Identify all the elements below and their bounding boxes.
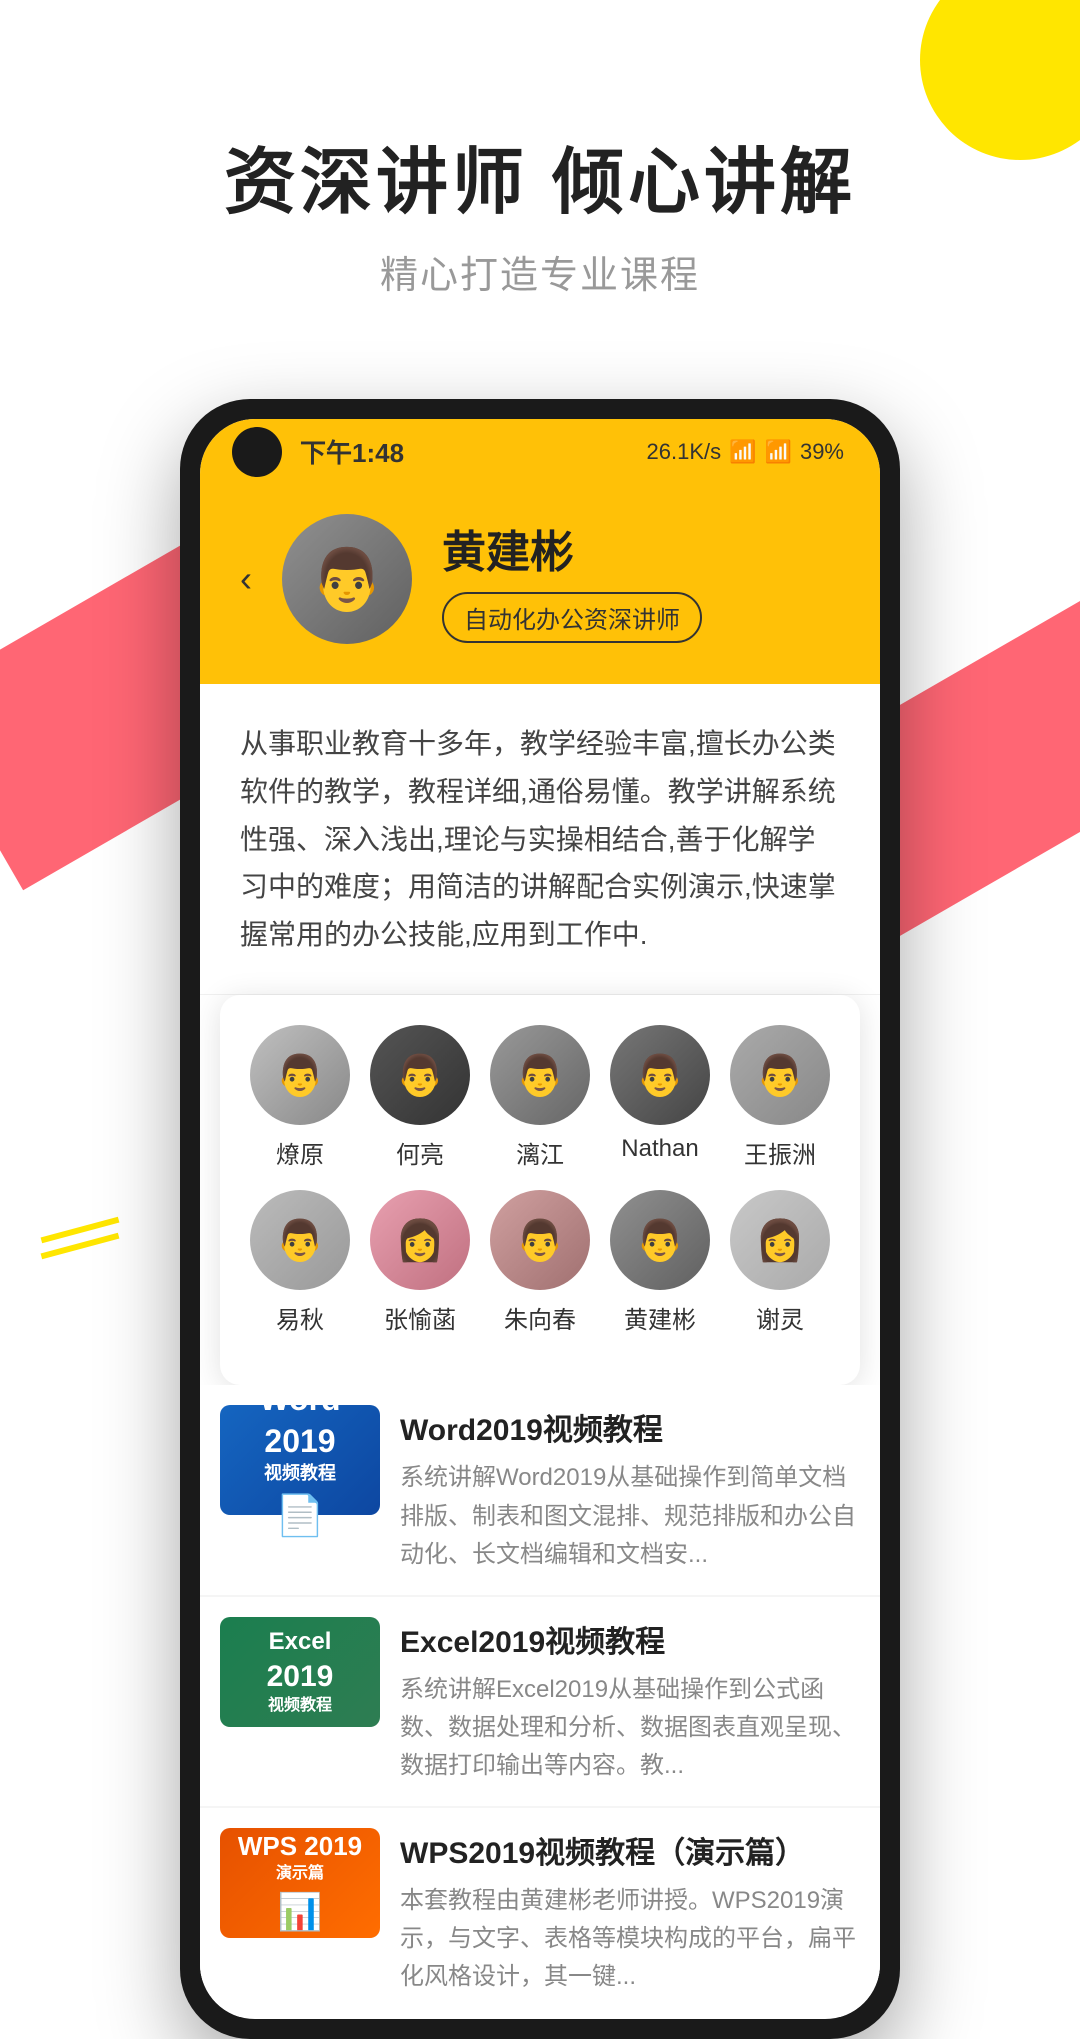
teacher-avatar-wangzhenzhou: 👨 [730, 1025, 830, 1125]
course-thumb-word: Word 2019 视频教程 📄 [220, 1405, 380, 1515]
hero-subtitle: 精心打造专业课程 [0, 244, 1080, 299]
phone-mockup: 下午1:48 26.1K/s 📶 📶 39% ‹ 👨 黄建彬 自动化办公资深讲师 [180, 399, 900, 2038]
course-info-word: Word2019视频教程 系统讲解Word2019从基础操作到简单文档排版、制表… [400, 1405, 860, 1574]
teacher-label-xieling: 谢灵 [756, 1300, 804, 1335]
teachers-card: 👨 燎原 👨 何亮 👨 漓江 👨 Nathan [220, 995, 860, 1385]
teacher-label-zhuxiangchun: 朱向春 [504, 1300, 576, 1335]
course-title-word: Word2019视频教程 [400, 1405, 860, 1449]
course-thumb-wps: WPS 2019 演示篇 📊 [220, 1828, 380, 1938]
teacher-main-avatar: 👨 [282, 514, 412, 644]
teacher-header: ‹ 👨 黄建彬 自动化办公资深讲师 [200, 484, 880, 684]
teacher-bio: 从事职业教育十多年，教学经验丰富,擅长办公类软件的教学，教程详细,通俗易懂。教学… [200, 684, 880, 995]
teacher-label-nathan: Nathan [621, 1135, 698, 1163]
hero-section: 资深讲师 倾心讲解 精心打造专业课程 [0, 0, 1080, 359]
course-thumb-excel: Excel 2019 视频教程 [220, 1617, 380, 1727]
teacher-avatar-lijiang: 👨 [490, 1025, 590, 1125]
back-button[interactable]: ‹ [240, 558, 252, 600]
phone-wrapper: 下午1:48 26.1K/s 📶 📶 39% ‹ 👨 黄建彬 自动化办公资深讲师 [0, 399, 1080, 2038]
course-desc-word: 系统讲解Word2019从基础操作到简单文档排版、制表和图文混排、规范排版和办公… [400, 1459, 860, 1574]
course-title-excel: Excel2019视频教程 [400, 1617, 860, 1661]
course-item-wps[interactable]: WPS 2019 演示篇 📊 WPS2019视频教程（演示篇） 本套教程由黄建彬… [200, 1808, 880, 2017]
teacher-avatar-heliang: 👨 [370, 1025, 470, 1125]
network-speed: 26.1K/s [647, 439, 722, 465]
teacher-item-huangjianbin[interactable]: 👨 黄建彬 [610, 1190, 710, 1335]
teacher-main-name: 黄建彬 [442, 516, 840, 580]
teacher-label-yiqiu: 易秋 [276, 1300, 324, 1335]
teacher-label-wangzhenzhou: 王振洲 [744, 1135, 816, 1170]
phone-screen: 下午1:48 26.1K/s 📶 📶 39% ‹ 👨 黄建彬 自动化办公资深讲师 [200, 419, 880, 2018]
course-info-excel: Excel2019视频教程 系统讲解Excel2019从基础操作到公式函数、数据… [400, 1617, 860, 1786]
teacher-item-nathan[interactable]: 👨 Nathan [610, 1025, 710, 1170]
teacher-label-zhangyuhan: 张愉菡 [384, 1300, 456, 1335]
teacher-avatar-yiqiu: 👨 [250, 1190, 350, 1290]
teacher-avatar-nathan: 👨 [610, 1025, 710, 1125]
course-item-excel[interactable]: Excel 2019 视频教程 Excel2019视频教程 系统讲解Excel2… [200, 1597, 880, 1806]
status-time: 下午1:48 [300, 433, 404, 470]
course-desc-excel: 系统讲解Excel2019从基础操作到公式函数、数据处理和分析、数据图表直观呈现… [400, 1671, 860, 1786]
teacher-item-xieling[interactable]: 👩 谢灵 [730, 1190, 830, 1335]
teacher-info: 黄建彬 自动化办公资深讲师 [442, 516, 840, 643]
hero-title: 资深讲师 倾心讲解 [0, 140, 1080, 226]
teacher-badge: 自动化办公资深讲师 [442, 592, 702, 643]
teacher-avatar-emoji: 👨 [310, 544, 385, 615]
battery-level: 39% [800, 439, 844, 465]
wps-thumb-content: WPS 2019 演示篇 📊 [228, 1820, 372, 1945]
teacher-label-heliang: 何亮 [396, 1135, 444, 1170]
teacher-item-lijiang[interactable]: 👨 漓江 [490, 1025, 590, 1170]
status-icons: 26.1K/s 📶 📶 39% [647, 439, 844, 465]
teacher-label-liaoyuan: 燎原 [276, 1135, 324, 1170]
course-item-word[interactable]: Word 2019 视频教程 📄 Word2019视频教程 系统讲解Word20… [200, 1385, 880, 1594]
wifi-icon: 📶 [765, 439, 792, 465]
teachers-row-1: 👨 燎原 👨 何亮 👨 漓江 👨 Nathan [240, 1025, 840, 1170]
course-desc-wps: 本套教程由黄建彬老师讲授。WPS2019演示，与文字、表格等模块构成的平台，扁平… [400, 1882, 860, 1997]
teacher-label-huangjianbin: 黄建彬 [624, 1300, 696, 1335]
word-thumb-content: Word 2019 视频教程 📄 [220, 1369, 380, 1552]
course-info-wps: WPS2019视频教程（演示篇） 本套教程由黄建彬老师讲授。WPS2019演示，… [400, 1828, 860, 1997]
excel-thumb-content: Excel 2019 视频教程 [257, 1616, 344, 1727]
teacher-avatar-xieling: 👩 [730, 1190, 830, 1290]
teacher-label-lijiang: 漓江 [516, 1135, 564, 1170]
bluetooth-icon: 📶 [729, 439, 756, 465]
teacher-avatar-liaoyuan: 👨 [250, 1025, 350, 1125]
status-bar: 下午1:48 26.1K/s 📶 📶 39% [200, 419, 880, 484]
teachers-row-2: 👨 易秋 👩 张愉菡 👨 朱向春 👨 黄建彬 [240, 1190, 840, 1335]
teacher-avatar-zhuxiangchun: 👨 [490, 1190, 590, 1290]
teacher-item-wangzhenzhou[interactable]: 👨 王振洲 [730, 1025, 830, 1170]
teacher-item-heliang[interactable]: 👨 何亮 [370, 1025, 470, 1170]
course-title-wps: WPS2019视频教程（演示篇） [400, 1828, 860, 1872]
teacher-avatar-zhangyuhan: 👩 [370, 1190, 470, 1290]
course-list: Word 2019 视频教程 📄 Word2019视频教程 系统讲解Word20… [200, 1385, 880, 2017]
teacher-item-zhangyuhan[interactable]: 👩 张愉菡 [370, 1190, 470, 1335]
teacher-item-zhuxiangchun[interactable]: 👨 朱向春 [490, 1190, 590, 1335]
teacher-item-yiqiu[interactable]: 👨 易秋 [250, 1190, 350, 1335]
teacher-avatar-huangjianbin: 👨 [610, 1190, 710, 1290]
teacher-item-liaoyuan[interactable]: 👨 燎原 [250, 1025, 350, 1170]
